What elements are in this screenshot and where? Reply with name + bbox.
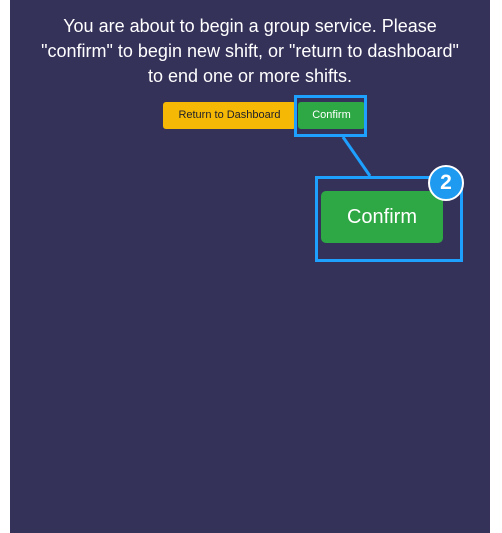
step-number-badge: 2 <box>428 165 464 201</box>
confirm-zoom-button: Confirm <box>321 191 443 243</box>
confirm-highlight-box <box>294 95 367 137</box>
group-service-dialog: You are about to begin a group service. … <box>10 0 490 533</box>
message-line-2: "confirm" to begin new shift, or "return… <box>41 41 459 61</box>
message-line-3: to end one or more shifts. <box>147 66 353 86</box>
return-to-dashboard-button[interactable]: Return to Dashboard <box>163 102 296 129</box>
group-service-message: You are about to begin a group service. … <box>10 14 490 89</box>
message-line-1: You are about to begin a group service. … <box>63 16 437 36</box>
